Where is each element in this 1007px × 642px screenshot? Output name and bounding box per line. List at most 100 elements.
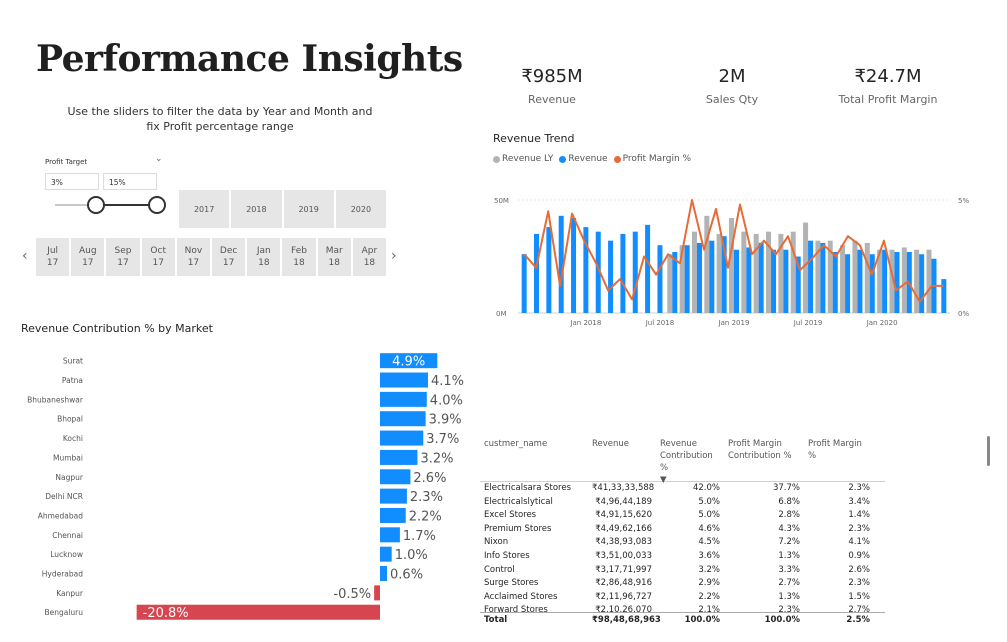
bar-revenue[interactable] <box>832 251 838 313</box>
bar-revenue-ly[interactable] <box>864 242 870 313</box>
bar-revenue[interactable] <box>783 249 789 313</box>
table-row[interactable]: Premium Stores ₹4,49,62,166 4.6% 4.3% 2.3% <box>480 523 885 537</box>
market-contribution-chart[interactable]: Surat 4.9% Patna 4.1% Bhubaneshwar 4.0% Bhopal… <box>18 345 478 625</box>
profit-target-min-input[interactable]: 3% <box>45 173 99 190</box>
bar-market[interactable] <box>380 449 418 465</box>
bar-revenue[interactable] <box>808 240 814 313</box>
bar-revenue[interactable] <box>857 249 863 313</box>
bar-market[interactable] <box>380 566 388 582</box>
month-item[interactable]: Jan 18 <box>245 238 280 276</box>
month-label: Feb <box>291 246 307 256</box>
month-label: Dec <box>219 246 238 256</box>
bar-market[interactable] <box>380 546 392 562</box>
revenue-trend-chart[interactable]: 50M 0M 5% 0% Jan 2018 Jul 2018 Jan 2019 Jul 201… <box>488 190 978 330</box>
table-row[interactable]: Electricalslytical ₹4,96,44,189 5.0% 6.8% 3.… <box>480 496 885 510</box>
bar-market[interactable] <box>380 488 407 504</box>
bar-revenue-ly[interactable] <box>729 218 734 313</box>
legend-item-revenue-ly[interactable]: Revenue LY <box>493 154 553 164</box>
column-header-pm-contribution[interactable]: Profit Margin Contribution % <box>724 436 804 488</box>
month-item[interactable]: Nov 17 <box>174 238 210 276</box>
table-cell: Electricalsara Stores <box>484 483 572 493</box>
bar-revenue[interactable] <box>657 245 663 313</box>
year-item[interactable]: 2017 <box>179 190 229 228</box>
bar-market[interactable] <box>380 411 426 427</box>
profit-slider-max-handle[interactable] <box>148 196 166 214</box>
bar-market[interactable] <box>380 527 400 543</box>
bar-market[interactable] <box>380 391 427 407</box>
table-row[interactable]: Nixon ₹4,38,93,083 4.5% 7.2% 4.1% <box>480 536 885 550</box>
bar-revenue-ly[interactable] <box>704 215 710 313</box>
bar-revenue[interactable] <box>571 218 577 313</box>
month-item[interactable]: Jul 17 <box>36 238 69 276</box>
bar-revenue[interactable] <box>620 233 626 313</box>
bar-revenue-ly[interactable] <box>753 233 759 313</box>
table-row[interactable]: Info Stores ₹3,51,00,033 3.6% 1.3% 0.9% <box>480 550 885 564</box>
kpi-value: ₹24.7M <box>854 66 922 87</box>
bar-market[interactable] <box>380 430 424 446</box>
bar-revenue[interactable] <box>645 224 651 313</box>
legend-item-profit-margin[interactable]: Profit Margin % <box>613 154 691 164</box>
bar-revenue[interactable] <box>734 249 739 313</box>
bar-revenue[interactable] <box>919 254 925 313</box>
bar-revenue[interactable] <box>546 227 552 313</box>
bar-revenue[interactable] <box>696 242 702 313</box>
bar-revenue[interactable] <box>820 242 826 313</box>
bar-revenue-ly[interactable] <box>926 249 932 313</box>
bar-revenue[interactable] <box>746 247 752 313</box>
year-item[interactable]: 2019 <box>281 190 334 228</box>
table-row[interactable]: Control ₹3,17,71,997 3.2% 3.3% 2.6% <box>480 564 885 578</box>
bar-revenue-ly[interactable] <box>914 249 920 313</box>
chevron-down-icon[interactable]: ⌄ <box>155 154 163 164</box>
bar-revenue-ly[interactable] <box>852 240 858 313</box>
table-row[interactable]: Electricalsara Stores ₹41,33,33,588 42.0% 3… <box>480 482 885 496</box>
bar-market[interactable] <box>380 507 406 523</box>
bar-revenue-ly[interactable] <box>741 231 747 313</box>
month-item[interactable]: Aug 17 <box>69 238 104 276</box>
bar-revenue[interactable] <box>882 249 888 313</box>
bar-revenue[interactable] <box>534 233 540 313</box>
bar-market[interactable] <box>380 469 411 485</box>
bar-market[interactable] <box>374 585 380 601</box>
bar-revenue[interactable] <box>632 231 638 313</box>
category-label: Ahmedabad <box>38 511 84 520</box>
profit-target-max-input[interactable]: 15% <box>103 173 157 190</box>
bar-revenue[interactable] <box>521 254 527 313</box>
month-item[interactable]: Feb 18 <box>280 238 315 276</box>
year-item[interactable]: 2020 <box>333 190 386 228</box>
month-item[interactable]: Mar 18 <box>315 238 351 276</box>
bar-revenue[interactable] <box>869 254 875 313</box>
total-pm-contribution: 100.0% <box>764 615 800 625</box>
bar-revenue-ly[interactable] <box>901 247 907 313</box>
bar-market[interactable] <box>380 372 428 388</box>
bar-revenue[interactable] <box>608 240 614 313</box>
chevron-right-icon[interactable]: › <box>391 248 397 264</box>
bar-revenue-ly[interactable] <box>840 245 846 313</box>
table-row[interactable]: Excel Stores ₹4,91,15,620 5.0% 2.8% 1.4% <box>480 509 885 523</box>
bar-revenue-ly[interactable] <box>667 254 673 313</box>
bar-revenue-ly[interactable] <box>716 233 722 313</box>
legend-item-revenue[interactable]: Revenue <box>559 154 608 164</box>
bar-revenue[interactable] <box>709 240 715 313</box>
bar-revenue[interactable] <box>771 249 777 313</box>
column-header-profit-margin[interactable]: Profit Margin % <box>804 436 874 488</box>
bar-revenue[interactable] <box>845 254 851 313</box>
month-item[interactable]: Dec 17 <box>210 238 245 276</box>
chevron-left-icon[interactable]: ‹ <box>22 248 28 264</box>
table-row[interactable]: Surge Stores ₹2,86,48,916 2.9% 2.7% 2.3% <box>480 577 885 591</box>
column-header-revenue-contribution[interactable]: Revenue Contribution % ▼ <box>656 436 724 488</box>
column-header-revenue[interactable]: Revenue <box>588 436 656 488</box>
table-scrollbar[interactable] <box>987 436 990 466</box>
month-item[interactable]: Sep 17 <box>104 238 139 276</box>
column-header-customer[interactable]: custmer_name <box>480 436 588 488</box>
table-row[interactable]: Acclaimed Stores ₹2,11,96,727 2.2% 1.3% 1.5% <box>480 591 885 605</box>
bar-revenue[interactable] <box>941 279 947 313</box>
profit-slider-min-handle[interactable] <box>87 196 105 214</box>
bar-revenue-ly[interactable] <box>803 222 809 313</box>
month-item[interactable]: Apr 18 <box>350 238 386 276</box>
bar-revenue-ly[interactable] <box>691 231 697 313</box>
month-item[interactable]: Oct 17 <box>139 238 175 276</box>
bar-revenue[interactable] <box>684 245 690 313</box>
bar-revenue[interactable] <box>758 242 764 313</box>
year-item[interactable]: 2018 <box>229 190 281 228</box>
bar-revenue[interactable] <box>894 251 900 313</box>
